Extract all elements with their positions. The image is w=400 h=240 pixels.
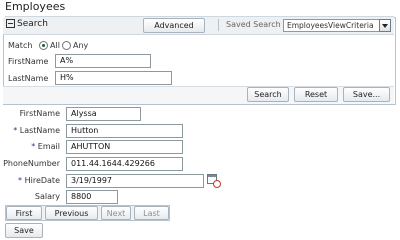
required-marker: * (31, 142, 36, 151)
saved-search-label: Saved Search (226, 20, 281, 29)
salary-label: Salary (34, 192, 60, 201)
email-label-row: * Email (0, 142, 60, 151)
lastname-label: LastName (19, 126, 60, 135)
email-label: Email (37, 142, 60, 151)
hiredate-field[interactable]: 3/19/1997 (66, 174, 204, 188)
phone-label: PhoneNumber (3, 159, 60, 168)
header-separator (218, 19, 219, 31)
email-field[interactable]: AHUTTON (66, 140, 183, 154)
reset-button[interactable]: Reset (294, 87, 338, 102)
lastname-field[interactable]: Hutton (66, 124, 183, 138)
lastname-label-row: * LastName (0, 126, 60, 135)
firstname-label: FirstName (19, 109, 60, 118)
required-marker: * (18, 176, 23, 185)
save-button[interactable]: Save (5, 223, 43, 238)
collapse-toggle-icon[interactable] (6, 19, 15, 28)
saved-search-select[interactable]: EmployeesViewCriteria (283, 19, 381, 32)
phone-field[interactable]: 011.44.1644.429266 (66, 157, 183, 171)
search-lastname-input[interactable]: H% (55, 71, 172, 85)
previous-button[interactable]: Previous (45, 206, 98, 220)
hiredate-label: HireDate (24, 176, 60, 185)
advanced-button[interactable]: Advanced (143, 18, 205, 33)
chevron-down-icon[interactable] (379, 19, 391, 32)
required-marker: * (13, 126, 18, 135)
match-any-radio[interactable] (62, 41, 71, 50)
match-all-label: All (50, 41, 60, 50)
next-button[interactable]: Next (101, 206, 131, 220)
search-title: Search (17, 19, 48, 29)
first-button[interactable]: First (6, 206, 42, 220)
search-button[interactable]: Search (247, 87, 289, 102)
save-search-button[interactable]: Save... (343, 87, 390, 102)
search-firstname-label: FirstName (8, 57, 49, 66)
salary-field[interactable]: 8800 (66, 190, 118, 204)
page-title: Employees (5, 0, 66, 13)
search-firstname-input[interactable]: A% (55, 54, 151, 68)
firstname-field[interactable]: Alyssa (66, 107, 141, 121)
search-lastname-label: LastName (8, 74, 49, 83)
last-button[interactable]: Last (134, 206, 169, 220)
match-any-label: Any (73, 41, 89, 50)
match-label: Match (8, 41, 33, 50)
match-all-radio[interactable] (39, 41, 48, 50)
calendar-icon[interactable] (207, 174, 221, 188)
hiredate-label-row: * HireDate (0, 176, 60, 185)
